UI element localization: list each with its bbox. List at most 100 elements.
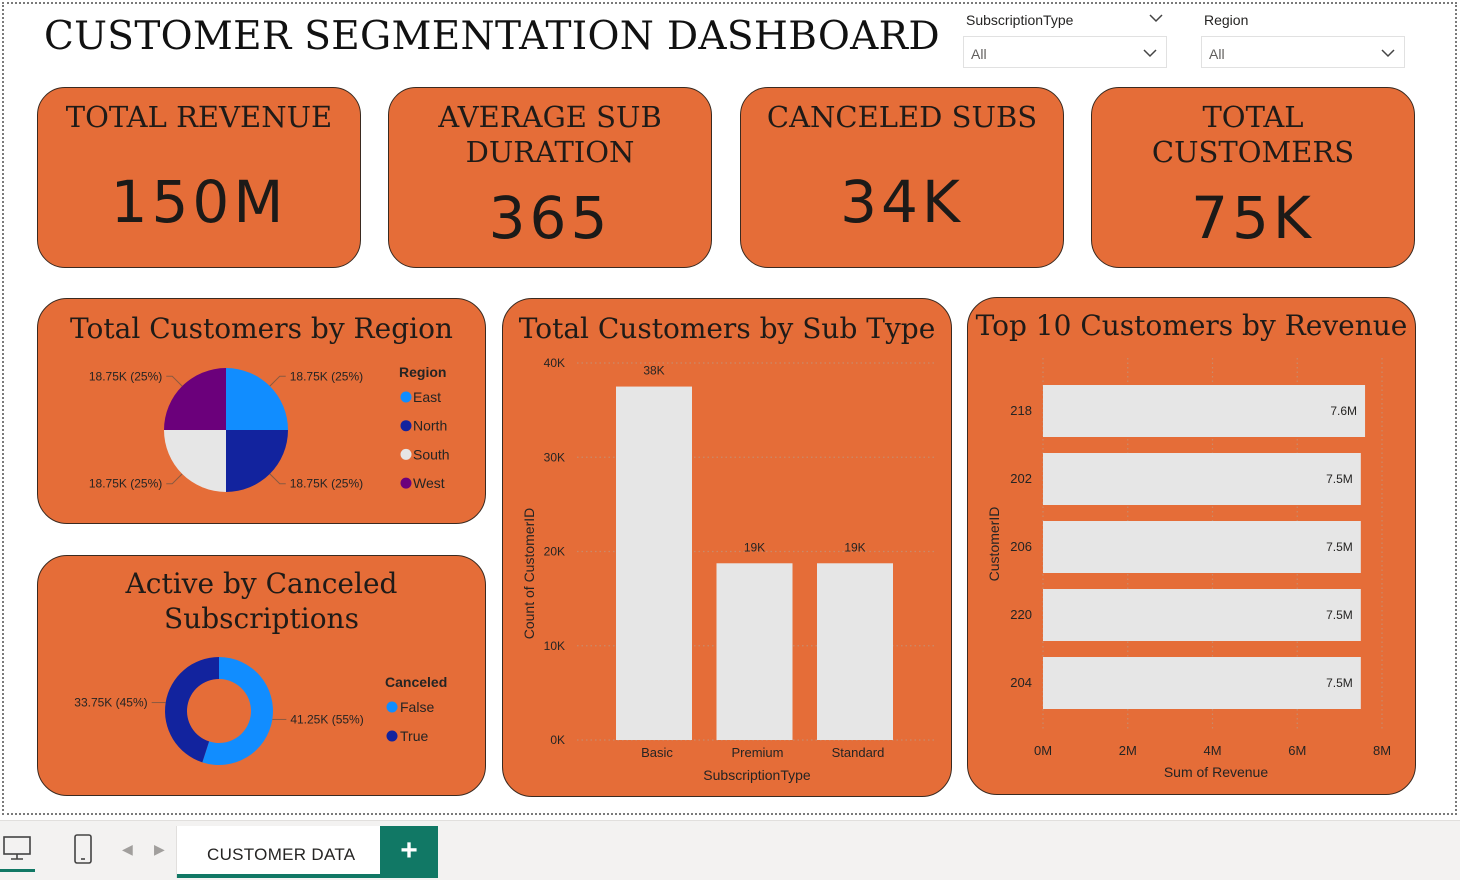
x-tick-label: 4M — [1203, 743, 1221, 758]
pie-chart: 18.75K (25%) 18.75K (25%) 18.75K (25%) 18.7… — [89, 364, 450, 492]
legend-marker — [386, 701, 398, 713]
bar-customer-218 — [1043, 385, 1366, 437]
y-tick-label: 20K — [544, 545, 565, 559]
legend-marker — [400, 448, 412, 460]
horizontal-bar-chart: 0M 2M 4M 6M 8M 7.6M 218 7.5M 202 7.5M 206 7.5M 220 7.… — [986, 358, 1391, 780]
bar-customer-206 — [1043, 521, 1361, 573]
data-label: 38K — [643, 364, 664, 378]
chart-top10-customers[interactable]: Top 10 Customers by Revenue 0M 2M 4M 6M 8M 7.… — [967, 297, 1416, 795]
kpi-title: TOTAL CUSTOMERS — [1151, 100, 1355, 169]
chevron-down-icon — [1143, 49, 1157, 58]
bar-basic — [616, 386, 692, 740]
x-tick-label: Standard — [832, 745, 885, 760]
bar-customer-202 — [1043, 453, 1361, 505]
next-page-icon[interactable]: ▶ — [154, 841, 165, 858]
legend-item: North — [413, 418, 447, 434]
y-tick-label: 40K — [544, 356, 565, 370]
data-label: 19K — [744, 540, 765, 554]
previous-page-icon[interactable]: ◀ — [122, 841, 133, 858]
chevron-down-icon[interactable] — [1148, 10, 1164, 26]
y-tick-label: 220 — [1010, 607, 1032, 622]
add-page-button[interactable]: + — [380, 826, 438, 878]
bar-customer-220 — [1043, 589, 1361, 641]
slicer-region[interactable]: Region All — [1198, 0, 1408, 70]
leader-line — [269, 375, 286, 387]
leader-line — [166, 473, 183, 485]
donut-chart: 41.25K (55%) 33.75K (45%) Canceled False Tru… — [74, 657, 447, 765]
data-label: 7.5M — [1326, 676, 1353, 690]
mobile-view-icon[interactable] — [70, 833, 96, 865]
y-tick-label: 218 — [1010, 403, 1032, 418]
y-tick-label: 0K — [550, 733, 565, 747]
slicer-dropdown[interactable]: All — [963, 36, 1167, 68]
y-tick-label: 206 — [1010, 539, 1032, 554]
kpi-card-total-customers[interactable]: TOTAL CUSTOMERS 75K — [1091, 87, 1415, 268]
legend-title: Canceled — [385, 674, 447, 690]
y-tick-label: 204 — [1010, 675, 1032, 690]
x-tick-label: 0M — [1034, 743, 1052, 758]
legend-title: Region — [399, 364, 446, 380]
x-tick-label: 2M — [1119, 743, 1137, 758]
data-label: 33.75K (45%) — [74, 696, 147, 710]
desktop-view-icon[interactable] — [2, 833, 32, 863]
active-tab-indicator — [177, 874, 380, 878]
data-label: 19K — [844, 540, 865, 554]
kpi-card-total-revenue[interactable]: TOTAL REVENUE 150M — [37, 87, 361, 268]
dashboard-title: CUSTOMER SEGMENTATION DASHBOARD — [44, 14, 940, 59]
leader-line — [269, 473, 286, 485]
slicer-subscription-type[interactable]: SubscriptionType All — [960, 0, 1170, 70]
data-label: 41.25K (55%) — [290, 712, 363, 726]
legend-item: True — [400, 728, 428, 744]
legend-item: West — [413, 475, 445, 491]
legend-item: South — [413, 446, 450, 462]
x-tick-label: Basic — [641, 745, 673, 760]
x-tick-label: 8M — [1373, 743, 1391, 758]
legend-item: False — [400, 699, 434, 715]
bar-premium — [716, 563, 793, 740]
legend-item: East — [413, 389, 441, 405]
x-axis-title: SubscriptionType — [703, 767, 811, 783]
data-label: 18.75K (25%) — [89, 369, 162, 383]
page-navigator: ◀ ▶ CUSTOMER DATA + — [0, 820, 1460, 880]
chart-customers-by-subtype[interactable]: Total Customers by Sub Type 0K 10K 20K 30K 4… — [502, 298, 952, 797]
y-axis-title: CustomerID — [986, 507, 1002, 582]
active-view-indicator — [0, 869, 35, 872]
data-label: 7.5M — [1326, 540, 1353, 554]
kpi-title: AVERAGE SUB DURATION — [438, 100, 662, 169]
data-label: 7.5M — [1326, 472, 1353, 486]
kpi-value: 150M — [110, 168, 288, 236]
legend-marker — [400, 477, 412, 489]
slicer-label: Region — [1204, 12, 1249, 28]
kpi-value: 34K — [840, 168, 964, 236]
kpi-value: 75K — [1191, 184, 1315, 252]
slicer-label: SubscriptionType — [966, 12, 1074, 28]
legend-marker — [400, 391, 412, 403]
chart-active-by-canceled[interactable]: Active by Canceled Subscriptions 41.25K … — [37, 555, 486, 796]
slicer-selected-value: All — [971, 46, 987, 62]
kpi-card-canceled-subs[interactable]: CANCELED SUBS 34K — [740, 87, 1064, 268]
leader-line — [166, 375, 183, 387]
slicer-selected-value: All — [1209, 46, 1225, 62]
slicer-dropdown[interactable]: All — [1201, 36, 1405, 68]
x-axis-title: Sum of Revenue — [1164, 764, 1268, 780]
data-label: 18.75K (25%) — [290, 477, 363, 491]
bar-chart: 0K 10K 20K 30K 40K 38K Basic 19K Premium 19K Stand… — [521, 356, 935, 783]
x-tick-label: 6M — [1288, 743, 1306, 758]
legend-marker — [386, 730, 398, 742]
report-canvas: CUSTOMER SEGMENTATION DASHBOARD Subscrip… — [0, 0, 1460, 880]
kpi-title: CANCELED SUBS — [766, 100, 1038, 134]
x-tick-label: Premium — [731, 745, 783, 760]
tab-customer-data[interactable]: CUSTOMER DATA — [176, 826, 381, 878]
tab-label: CUSTOMER DATA — [207, 845, 356, 864]
kpi-value: 365 — [488, 184, 612, 252]
data-label: 18.75K (25%) — [89, 477, 162, 491]
y-tick-label: 30K — [544, 450, 565, 464]
chevron-down-icon — [1381, 49, 1395, 58]
data-label: 18.75K (25%) — [290, 369, 363, 383]
chart-customers-by-region[interactable]: Total Customers by Region 18.75K (25%) 18… — [37, 298, 486, 524]
y-axis-title: Count of CustomerID — [521, 508, 537, 640]
y-tick-label: 10K — [544, 639, 565, 653]
kpi-card-average-sub-duration[interactable]: AVERAGE SUB DURATION 365 — [388, 87, 712, 268]
data-label: 7.5M — [1326, 608, 1353, 622]
kpi-title: TOTAL REVENUE — [65, 100, 333, 134]
